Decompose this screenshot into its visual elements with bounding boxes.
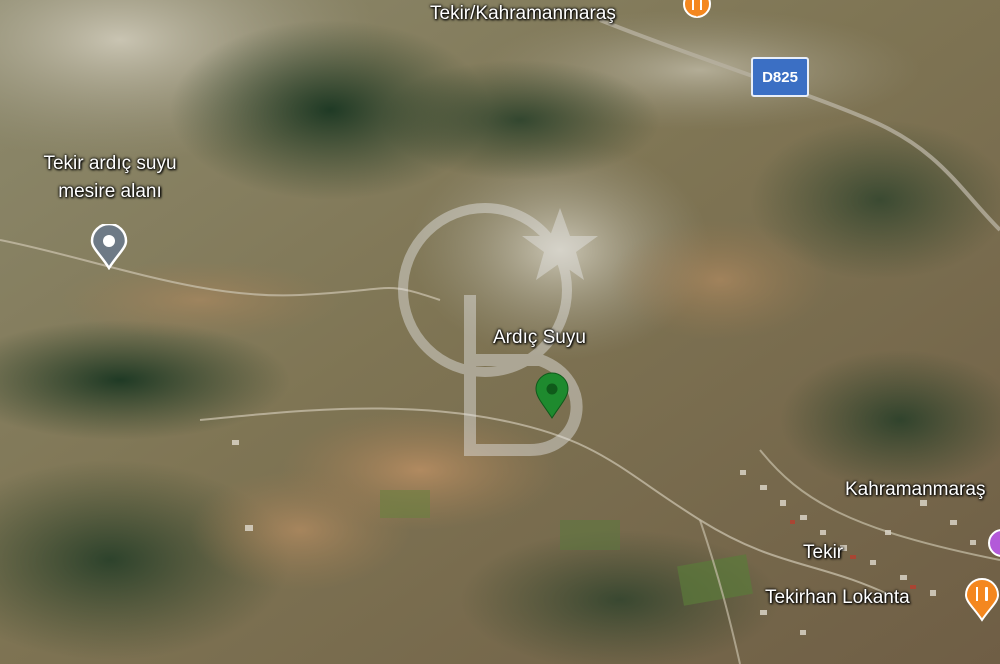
satellite-map[interactable]: D825 Tekir/Kahramanmaraş Tekir ardıç suy… bbox=[0, 0, 1000, 664]
purple-place-pin[interactable] bbox=[987, 528, 1000, 567]
place-label-mesire-line2[interactable]: mesire alanı bbox=[20, 180, 200, 204]
road-shield-d825[interactable]: D825 bbox=[751, 57, 809, 97]
fork-knife-icon bbox=[683, 0, 711, 18]
place-label-ardic-suyu[interactable]: Ardıç Suyu bbox=[493, 326, 586, 350]
place-label-tekirhan-lokanta[interactable]: Tekirhan Lokanta bbox=[765, 586, 910, 610]
fork-knife-icon bbox=[964, 578, 1000, 622]
location-pin-icon bbox=[90, 222, 128, 271]
place-label-tekir-kahramanmaras[interactable]: Tekir/Kahramanmaraş bbox=[430, 2, 616, 26]
restaurant-pin-tekirhan[interactable] bbox=[964, 578, 1000, 627]
selected-location-pin[interactable] bbox=[535, 372, 569, 425]
place-marker-icon bbox=[988, 529, 1000, 557]
map-marker-icon bbox=[535, 372, 569, 419]
place-label-mesire-line1[interactable]: Tekir ardıç suyu bbox=[20, 152, 200, 176]
place-label-kahramanmaras[interactable]: Kahramanmaraş bbox=[845, 478, 985, 502]
restaurant-pin[interactable] bbox=[680, 0, 714, 29]
poi-pin-mesire[interactable] bbox=[90, 222, 128, 275]
place-label-tekir[interactable]: Tekir bbox=[803, 541, 843, 565]
